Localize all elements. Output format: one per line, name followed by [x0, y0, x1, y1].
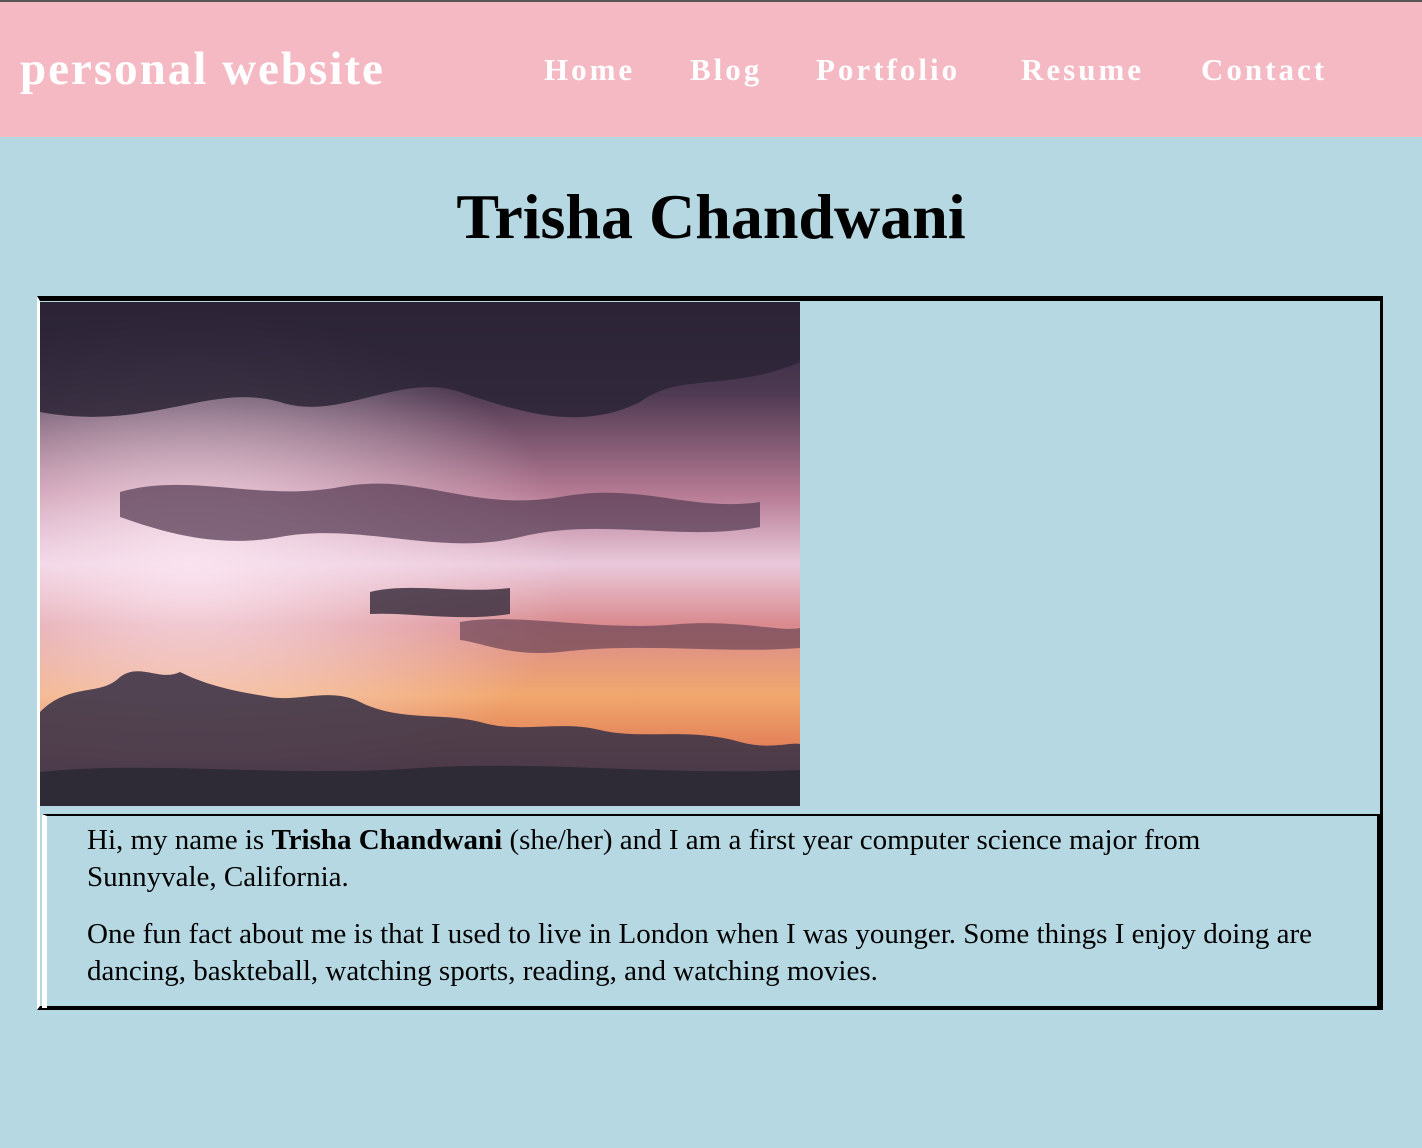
navbar: personal website Home Blog Portfolio Res…: [0, 2, 1422, 137]
nav-link-home[interactable]: Home: [544, 52, 635, 88]
intro-paragraph: Hi, my name is Trisha Chandwani (she/her…: [87, 822, 1317, 896]
nav-link-portfolio[interactable]: Portfolio: [816, 52, 960, 88]
site-title[interactable]: personal website: [20, 42, 385, 96]
nav-link-resume[interactable]: Resume: [1021, 52, 1144, 88]
fun-fact-paragraph: One fun fact about me is that I used to …: [87, 918, 1312, 987]
sunset-photo: [40, 302, 800, 806]
page-title: Trisha Chandwani: [456, 181, 966, 252]
bio-text-box: Hi, my name is Trisha Chandwani (she/her…: [42, 814, 1380, 1008]
nav-link-blog[interactable]: Blog: [690, 52, 762, 88]
intro-name: Trisha Chandwani: [271, 824, 503, 856]
intro-prefix: Hi, my name is: [87, 824, 272, 856]
nav-link-contact[interactable]: Contact: [1201, 52, 1327, 88]
